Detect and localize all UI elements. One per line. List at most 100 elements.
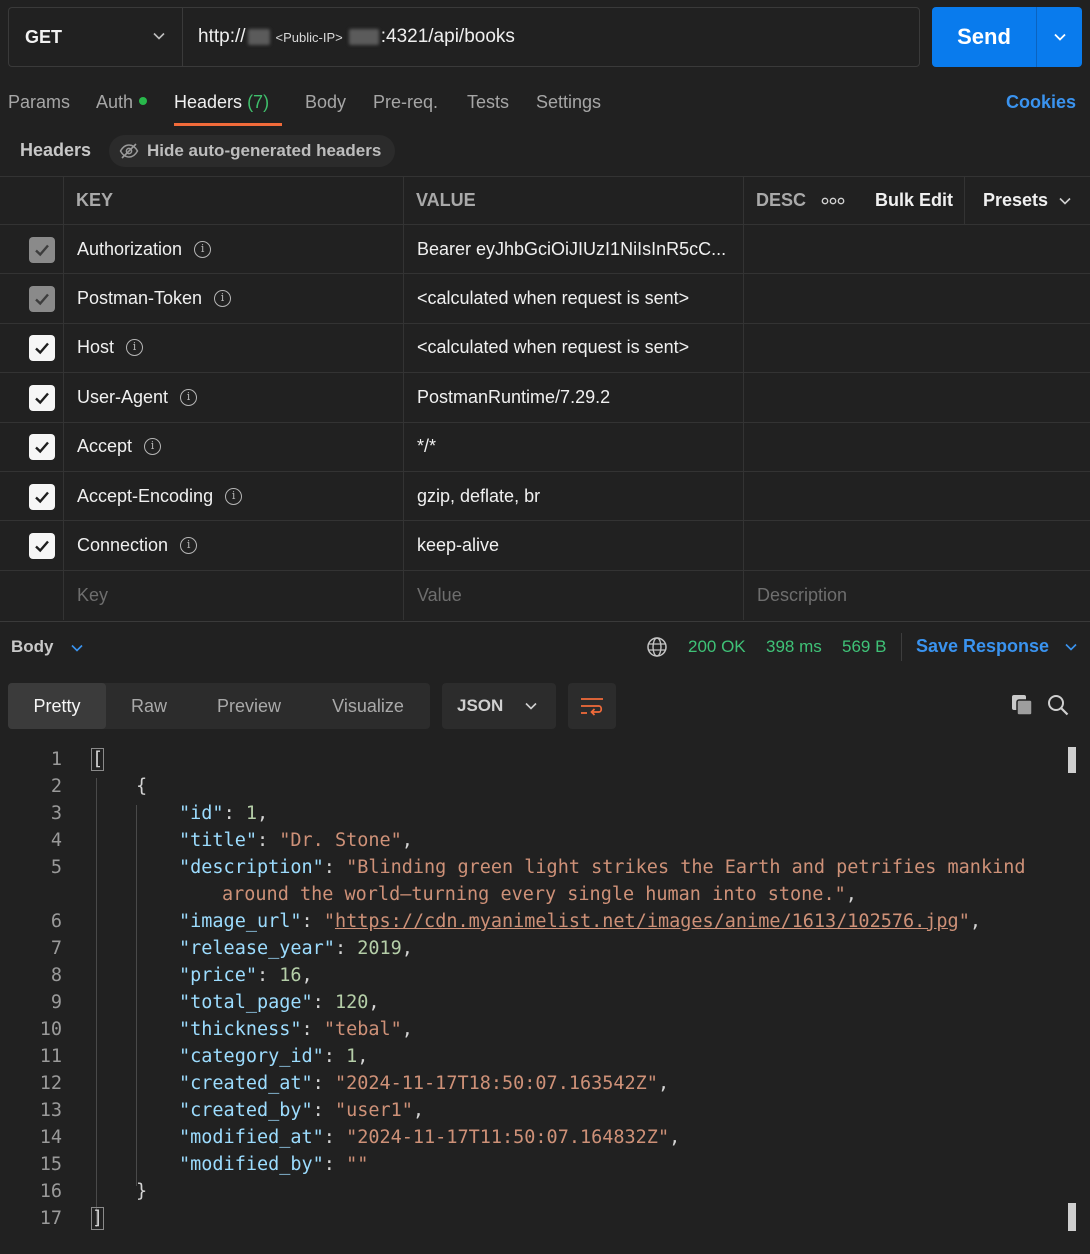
info-icon[interactable]: i [126,339,144,357]
header-value-cell[interactable]: keep-alive [417,521,735,569]
info-icon[interactable]: i [214,290,232,308]
copy-icon[interactable] [1010,693,1034,717]
presets-label: Presets [983,190,1049,210]
header-key-cell[interactable]: Authorization i [77,225,212,273]
row-checkbox[interactable] [29,434,55,461]
header-desc-cell[interactable] [744,521,1090,569]
row-checkbox[interactable] [29,483,55,510]
url-ip-placeholder: <Public-IP> [275,29,343,45]
header-desc-cell[interactable] [744,472,1090,520]
tab-prereq[interactable]: Pre-req. [373,92,438,113]
tab-auth-label: Auth [96,92,134,112]
code-line: around the world—turning every single hu… [222,884,857,905]
chevron-down-icon [1059,197,1071,205]
header-value-cell[interactable]: */* [417,423,735,471]
code-line: "id": 1, [179,803,269,824]
col-desc-header: DESC [756,190,807,210]
col-value-header: VALUE [416,190,476,210]
header-value-cell[interactable]: <calculated when request is sent> [417,274,735,322]
table-row: Connection i keep-alive [0,521,1090,571]
status-code[interactable]: 200 OK [688,637,746,657]
bulk-edit-button[interactable]: Bulk Edit [875,177,953,224]
search-icon[interactable] [1046,693,1070,717]
presets-button[interactable]: Presets [983,177,1072,224]
header-value: PostmanRuntime/7.29.2 [417,386,611,407]
header-value-cell[interactable]: <calculated when request is sent> [417,324,735,372]
tab-settings[interactable]: Settings [536,92,601,113]
save-response-button[interactable]: Save Response [916,636,1078,657]
code-line: "image_url": "https://cdn.myanimelist.ne… [179,911,981,932]
table-row: Authorization i Bearer eyJhbGciOiJIUzI1NiI… [0,225,1090,275]
new-desc-input[interactable]: Description [757,571,847,620]
tab-preview[interactable]: Preview [192,683,306,729]
scrollbar-thumb[interactable] [1068,1203,1076,1231]
header-key-cell[interactable]: Host i [77,324,144,372]
tab-headers[interactable]: Headers (7) [174,92,269,113]
row-checkbox[interactable] [29,533,55,560]
header-key-cell[interactable]: Connection i [77,521,198,569]
header-key-cell[interactable]: User-Agent i [77,373,198,421]
more-options-button[interactable] [814,177,852,224]
table-row: Postman-Token i <calculated when request i… [0,274,1090,324]
wrap-lines-icon [581,698,603,716]
header-desc-cell[interactable] [744,274,1090,322]
row-checkbox[interactable] [29,335,55,362]
info-icon[interactable]: i [180,388,198,406]
header-value-cell[interactable]: gzip, deflate, br [417,472,735,520]
new-key-input[interactable]: Key [77,571,108,620]
tab-raw[interactable]: Raw [106,683,192,729]
header-value-cell[interactable]: Bearer eyJhbGciOiJIUzI1NiIsInR5cC... [417,225,735,273]
scrollbar-thumb[interactable] [1068,747,1076,773]
new-value-input[interactable]: Value [417,571,462,620]
header-key: Accept [77,436,133,457]
info-icon[interactable]: i [225,487,243,505]
method-select[interactable]: GET [8,7,182,67]
header-desc-cell[interactable] [744,423,1090,471]
code-value[interactable]: https://cdn.myanimelist.net/images/anime… [335,911,959,932]
code-key: "modified_at" [179,1127,324,1148]
header-key-cell[interactable]: Accept i [77,423,162,471]
code-key: "created_by" [179,1100,313,1121]
format-select[interactable]: JSON [442,683,556,729]
row-checkbox[interactable] [29,384,55,411]
response-time[interactable]: 398 ms [766,637,822,657]
headers-section-label: Headers [20,140,92,160]
line-number: 16 [39,1181,62,1202]
header-key-cell[interactable]: Postman-Token i [77,274,232,322]
url-input[interactable]: http:// <Public-IP> :4321/api/books [182,7,920,67]
tab-auth[interactable]: Auth [96,92,148,113]
send-button[interactable]: Send [932,7,1036,67]
tab-visualize[interactable]: Visualize [306,683,430,729]
header-value: keep-alive [417,535,500,556]
code-line: "modified_by": "" [179,1154,369,1175]
header-desc-cell[interactable] [744,373,1090,421]
tab-tests[interactable]: Tests [467,92,509,113]
code-line: "description": "Blinding green light str… [179,857,1026,878]
info-icon[interactable]: i [194,240,212,258]
send-dropdown-button[interactable] [1036,7,1082,67]
line-number: 9 [50,992,62,1013]
globe-icon[interactable] [646,636,668,658]
tab-params[interactable]: Params [8,92,70,113]
info-icon[interactable]: i [180,537,198,555]
tab-body[interactable]: Body [305,92,346,113]
header-desc-cell[interactable] [744,225,1090,273]
info-icon[interactable]: i [144,438,162,456]
wrap-lines-button[interactable] [568,683,616,729]
header-desc-cell[interactable] [744,324,1090,372]
tab-pretty[interactable]: Pretty [8,683,106,729]
cookies-link[interactable]: Cookies [1006,92,1076,113]
chevron-down-icon [525,702,537,710]
code-line: "category_id": 1, [179,1046,369,1067]
response-size[interactable]: 569 B [842,637,886,657]
code-line: { [136,776,147,797]
header-key: Host [77,337,115,358]
header-value-cell[interactable]: PostmanRuntime/7.29.2 [417,373,735,421]
hide-auto-label: Hide auto-generated headers [147,141,382,160]
line-number: 7 [50,938,62,959]
response-code-editor[interactable]: 1 2 3 4 5 6 7 8 9 10 11 12 13 14 15 16 17 [{"id": 1, "tit… [0,745,1090,1254]
hide-auto-headers-button[interactable]: Hide auto-generated headers [109,135,396,167]
header-key-cell[interactable]: Accept-Encoding i [77,472,243,520]
response-body-selector[interactable]: Body [11,637,84,657]
panel-divider [0,621,1090,622]
